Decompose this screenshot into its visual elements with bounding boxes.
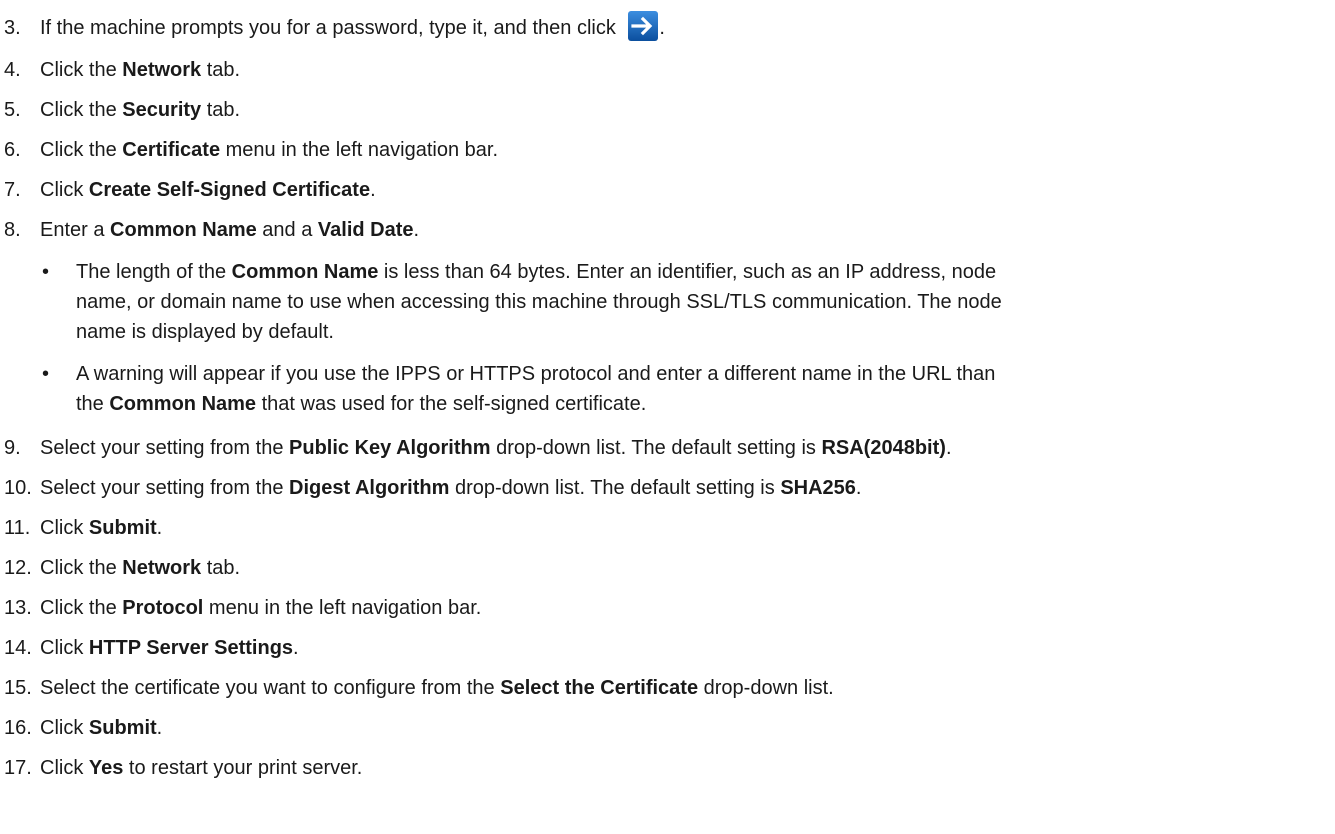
step-number: 4.	[4, 59, 21, 81]
step-number: 16.	[4, 717, 32, 739]
bullet-text-line: name is displayed by default.	[76, 321, 334, 343]
step-text-end: .	[659, 17, 665, 39]
step-12: 12. Click the Network tab.	[0, 556, 240, 580]
step-text: tab.	[201, 99, 241, 121]
right-arrow-icon	[628, 11, 659, 41]
step-8: 8. Enter a Common Name and a Valid Date.	[0, 218, 419, 242]
step-number: 9.	[4, 437, 21, 459]
ui-term: Create Self-Signed Certificate	[88, 179, 371, 201]
step-15: 15. Select the certificate you want to co…	[0, 676, 834, 700]
step-4: 4. Click the Network tab.	[0, 58, 240, 82]
step-text: drop-down list. The default setting is	[490, 437, 822, 459]
step-text: .	[855, 477, 862, 499]
step-number: 11.	[4, 517, 31, 539]
step-text: Click the	[40, 597, 123, 619]
step-17: 17. Click Yes to restart your print serve…	[0, 756, 362, 780]
step-text: .	[413, 219, 420, 241]
step-number: 12.	[4, 557, 32, 579]
step-14: 14. Click HTTP Server Settings.	[0, 636, 299, 660]
step-text: Select your setting from the	[40, 477, 290, 499]
step-number: 14.	[4, 637, 32, 659]
step-text: menu in the left navigation bar.	[203, 597, 482, 619]
step-text: .	[945, 437, 952, 459]
ui-term: Security	[122, 99, 202, 121]
step-11: 11. Click Submit.	[0, 516, 162, 540]
ui-term: Public Key Algorithm	[289, 437, 491, 459]
step-text: Click the	[40, 99, 123, 121]
ui-term: Valid Date	[317, 219, 414, 241]
ui-term: Submit	[88, 517, 157, 539]
step-7: 7. Click Create Self-Signed Certificate.	[0, 178, 376, 202]
bullet-text-line: name, or domain name to use when accessi…	[76, 291, 1002, 313]
ui-term: Common Name	[110, 219, 257, 241]
step-text: and a	[256, 219, 318, 241]
bullet-text: the	[76, 393, 110, 415]
step-6: 6. Click the Certificate menu in the left…	[0, 138, 498, 162]
ui-term: Protocol	[122, 597, 204, 619]
step-number: 8.	[4, 219, 21, 241]
step-number: 7.	[4, 179, 21, 201]
step-9: 9. Select your setting from the Public Ke…	[0, 436, 952, 460]
step-text: Click the	[40, 59, 123, 81]
bullet-text: The length of the	[76, 261, 232, 283]
bullet-point: •	[42, 363, 50, 385]
step-number: 3.	[4, 17, 21, 39]
step-text: Click the	[40, 139, 123, 161]
step-text: Click	[40, 517, 89, 539]
step-text: .	[370, 179, 376, 201]
bullet-text-line: A warning will appear if you use the IPP…	[76, 363, 996, 385]
step-number: 6.	[4, 139, 21, 161]
step-5: 5. Click the Security tab.	[0, 98, 240, 122]
bullet-text-line: the Common Name that was used for the se…	[76, 392, 646, 416]
step-text: Enter a	[40, 219, 111, 241]
ui-term: Network	[122, 59, 202, 81]
ui-term: Common Name	[109, 393, 257, 415]
step-text: to restart your print server.	[123, 757, 363, 779]
bullet-text-line: The length of the Common Name is less th…	[76, 260, 996, 284]
step-10: 10. Select your setting from the Digest A…	[0, 476, 861, 500]
step-text: .	[156, 517, 163, 539]
bullet-text: is less than 64 bytes. Enter an identifi…	[378, 261, 997, 283]
step-text: tab.	[201, 59, 241, 81]
step-3: 3. If the machine prompts you for a passw…	[0, 10, 665, 42]
ui-term: Submit	[88, 717, 157, 739]
ui-term: Common Name	[231, 261, 379, 283]
step-text: tab.	[201, 557, 241, 579]
ui-term: SHA256	[780, 477, 856, 499]
step-text: Click	[40, 757, 89, 779]
step-text: If the machine prompts you for a passwor…	[40, 17, 622, 39]
step-number: 10.	[4, 477, 32, 499]
step-number: 17.	[4, 757, 32, 779]
step-text: drop-down list.	[698, 677, 834, 699]
ui-term: Network	[122, 557, 202, 579]
ui-term: HTTP Server Settings	[88, 637, 294, 659]
ui-term: Yes	[88, 757, 124, 779]
step-16: 16. Click Submit.	[0, 716, 162, 740]
step-text: Click	[40, 717, 89, 739]
bullet-point: •	[42, 261, 50, 283]
ui-term: Digest Algorithm	[289, 477, 450, 499]
step-number: 13.	[4, 597, 32, 619]
step-number: 15.	[4, 677, 32, 699]
step-text: Click	[40, 637, 89, 659]
step-13: 13. Click the Protocol menu in the left n…	[0, 596, 481, 620]
step-text: Select your setting from the	[40, 437, 290, 459]
ui-term: RSA(2048bit)	[821, 437, 946, 459]
ui-term: Select the Certificate	[500, 677, 699, 699]
step-text: menu in the left navigation bar.	[220, 139, 499, 161]
step-text: Select the certificate you want to confi…	[40, 677, 501, 699]
step-text: drop-down list. The default setting is	[449, 477, 781, 499]
step-text: Click	[40, 179, 89, 201]
ui-term: Certificate	[122, 139, 221, 161]
bullet-text: that was used for the self-signed certif…	[256, 393, 647, 415]
step-text: .	[156, 717, 163, 739]
step-text: Click the	[40, 557, 123, 579]
step-number: 5.	[4, 99, 21, 121]
step-text: .	[293, 637, 299, 659]
